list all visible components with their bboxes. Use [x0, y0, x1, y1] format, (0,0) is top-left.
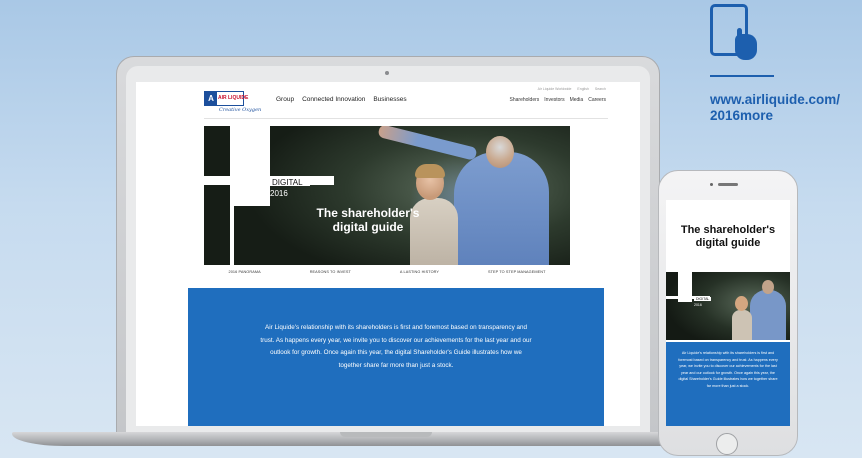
hero-man-head [486, 136, 514, 168]
hero-digital-label: DIGITAL [270, 178, 310, 187]
phone-digital-label: DIGITAL [694, 297, 712, 301]
site-header: A AIR LIQUIDE Creative Oxygen Group Conn… [136, 82, 640, 122]
hand-icon [735, 34, 757, 60]
nav-item-careers[interactable]: Careers [588, 97, 606, 103]
util-language[interactable]: English [577, 87, 588, 91]
laptop-screen: A AIR LIQUIDE Creative Oxygen Group Conn… [136, 82, 640, 426]
nav-item-connected-innovation[interactable]: Connected Innovation [302, 96, 365, 103]
phone-hero-boy [732, 310, 752, 340]
laptop-notch [340, 432, 432, 437]
logo-mark: A [205, 92, 217, 105]
phone-hero: DIGITAL 2016 [666, 272, 790, 340]
main-nav: Group Connected Innovation Businesses [276, 96, 407, 103]
hero-boy-hair [415, 164, 445, 178]
hero-cross-horizontal [204, 176, 334, 185]
logo-tagline: Creative Oxygen [219, 107, 262, 113]
secondary-nav: Shareholders Investors Media Careers [510, 97, 606, 103]
util-worldwide[interactable]: Air Liquide Worldwide [538, 87, 572, 91]
phone-camera [710, 183, 713, 186]
header-divider [204, 118, 608, 119]
url-divider [710, 75, 774, 77]
logo-text: AIR LIQUIDE [218, 95, 249, 101]
logo[interactable]: A AIR LIQUIDE [204, 91, 248, 106]
tab-reasons-to-invest[interactable]: REASONS TO INVEST [310, 270, 351, 284]
phone-screen: The shareholder's digital guide DIGITAL … [666, 200, 790, 426]
tab-step-management[interactable]: STEP TO STEP MANAGEMENT [488, 270, 546, 284]
tab-panorama[interactable]: 2016 PANORAMA [228, 270, 260, 284]
utility-nav: Air Liquide Worldwide English Search [538, 87, 606, 91]
phone-hero-man-head [762, 280, 774, 294]
nav-item-shareholders[interactable]: Shareholders [510, 97, 540, 103]
promo-url-link[interactable]: www.airliquide.com/ 2016more [710, 92, 860, 124]
hero-banner: DIGITAL 2016 The shareholder's digital g… [204, 126, 570, 265]
phone-speaker [718, 183, 738, 186]
hero-cross-vertical [230, 126, 270, 206]
nav-item-businesses[interactable]: Businesses [373, 96, 406, 103]
nav-item-group[interactable]: Group [276, 96, 294, 103]
phone-home-button[interactable] [716, 433, 738, 455]
phone-intro-text: Air Liquide's relationship with its shar… [678, 351, 778, 388]
util-search[interactable]: Search [595, 87, 606, 91]
phone-hero-man [750, 290, 786, 340]
intro-text: Air Liquide's relationship with its shar… [260, 324, 532, 369]
hero-year-label: 2016 [270, 189, 288, 198]
nav-item-investors[interactable]: Investors [544, 97, 564, 103]
laptop-camera [385, 71, 389, 75]
hero-cross-outline [230, 206, 270, 265]
phone-hero-boy-head [735, 296, 748, 311]
tab-lasting-history[interactable]: A LASTING HISTORY [400, 270, 439, 284]
phone-year-label: 2016 [694, 303, 702, 307]
phone-title: The shareholder's digital guide [680, 224, 776, 249]
hero-pointing-arm [377, 126, 478, 161]
hero-title: The shareholder's digital guide [316, 206, 420, 234]
hero-man-figure [454, 152, 549, 265]
section-tabs: 2016 PANORAMA REASONS TO INVEST A LASTIN… [204, 270, 570, 284]
nav-item-media[interactable]: Media [570, 97, 584, 103]
